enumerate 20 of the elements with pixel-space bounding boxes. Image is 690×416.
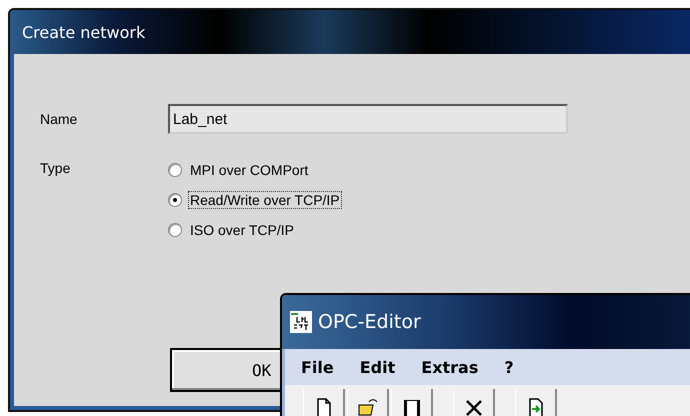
cross-icon: [464, 397, 484, 416]
menu-item[interactable]: Extras: [421, 358, 478, 376]
radio-button[interactable]: [168, 163, 182, 177]
type-label: Type: [40, 160, 72, 176]
app-icon: [290, 311, 312, 333]
window-title: Create network: [22, 22, 146, 42]
radio-label[interactable]: Read/Write over TCP/IP: [188, 191, 342, 209]
name-field[interactable]: Lab_net: [168, 104, 568, 134]
radio-label[interactable]: ISO over TCP/IP: [188, 221, 296, 239]
ok-button[interactable]: OK: [170, 348, 280, 392]
folder-icon: [356, 397, 378, 416]
radio-label[interactable]: MPI over COMPort: [188, 161, 310, 179]
name-label: Name: [40, 111, 78, 127]
menu-item[interactable]: Edit: [360, 358, 396, 376]
floppy-icon: [402, 397, 422, 416]
menu-item[interactable]: ?: [504, 358, 514, 376]
radio-button[interactable]: [168, 193, 182, 207]
window-title: OPC-Editor: [318, 311, 421, 333]
menu-item[interactable]: File: [301, 358, 334, 376]
radio-button[interactable]: [168, 223, 182, 237]
